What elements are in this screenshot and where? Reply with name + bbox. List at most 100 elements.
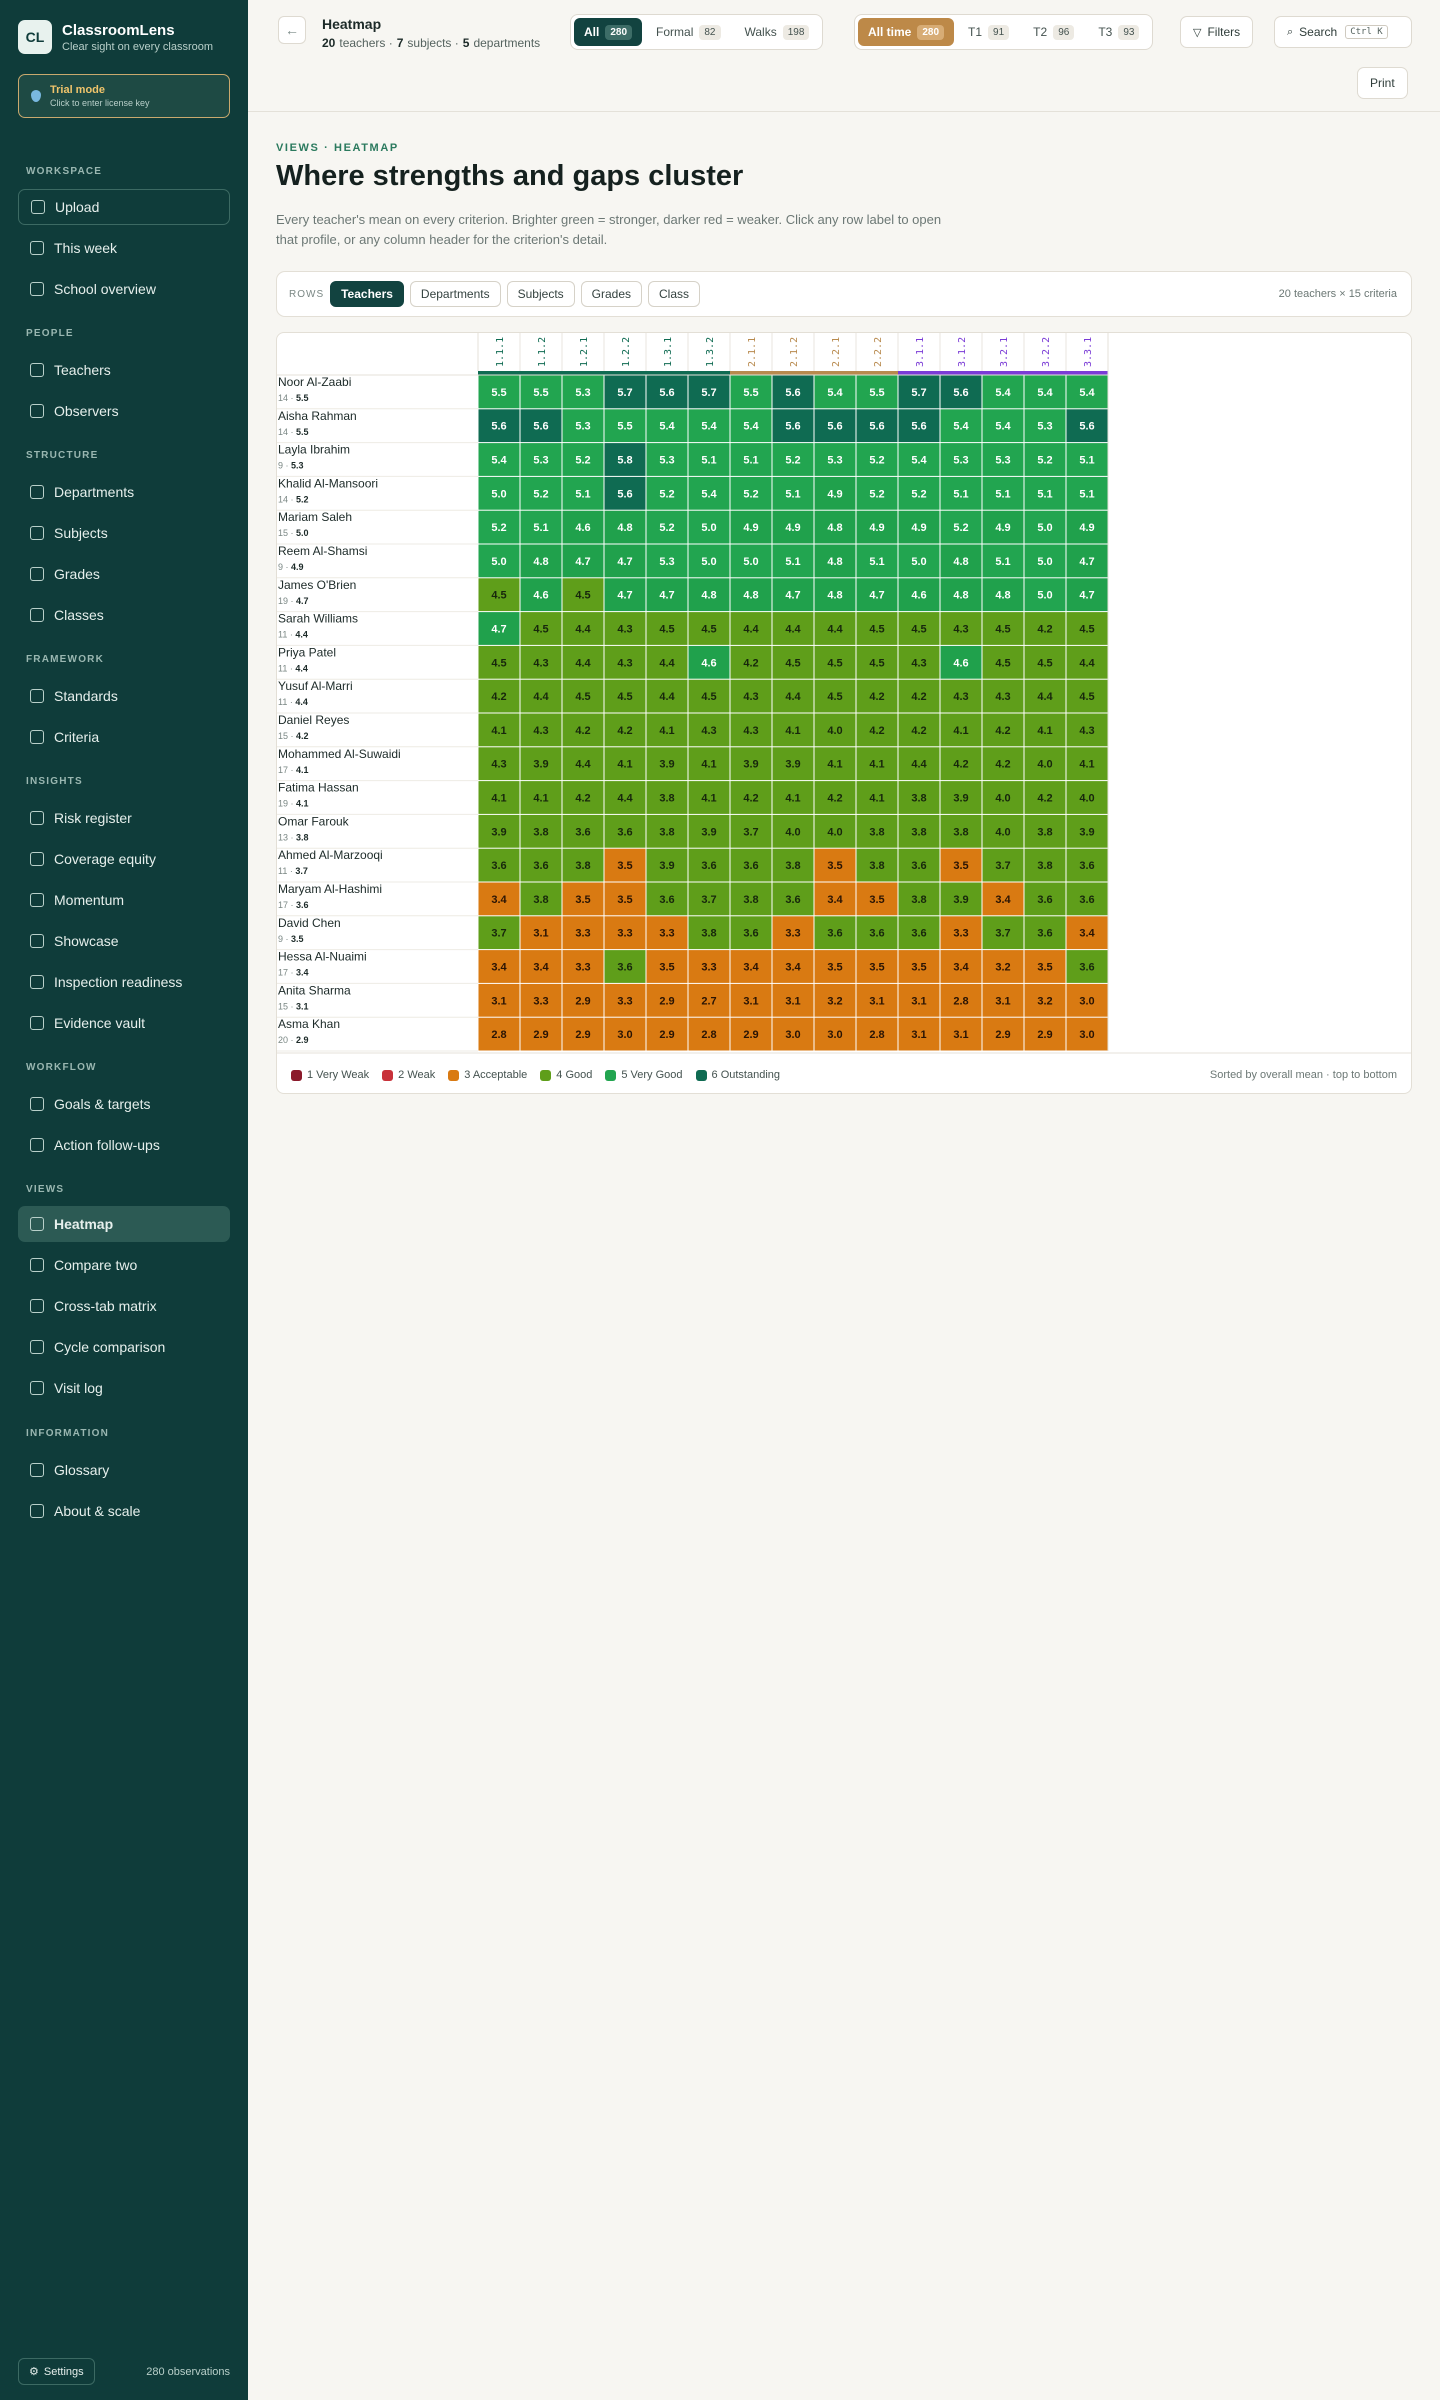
teacher-name[interactable]: Sarah Williams <box>278 612 358 626</box>
criterion-header[interactable]: 3.1.2 <box>957 337 968 367</box>
criterion-header[interactable]: 1.3.2 <box>705 337 716 367</box>
sidebar-item-upload[interactable]: Upload <box>18 189 230 225</box>
cell-value: 3.4 <box>1079 928 1095 940</box>
cell-value: 4.1 <box>617 759 632 771</box>
sidebar-item-glossary[interactable]: Glossary <box>18 1452 230 1488</box>
rows-option-subjects[interactable]: Subjects <box>506 281 575 307</box>
sidebar-item-momentum[interactable]: Momentum <box>18 882 230 918</box>
sidebar-item-cycle-comparison[interactable]: Cycle comparison <box>18 1329 230 1365</box>
sidebar-item-about-scale[interactable]: About & scale <box>18 1493 230 1529</box>
teacher-name[interactable]: Mariam Saleh <box>278 510 352 524</box>
filter-t2[interactable]: T2 96 <box>1023 18 1084 46</box>
teacher-name[interactable]: Maryam Al-Hashimi <box>278 882 382 896</box>
criterion-header[interactable]: 1.3.1 <box>663 337 674 367</box>
filter-formal[interactable]: Formal 82 <box>646 18 730 46</box>
teacher-name[interactable]: James O'Brien <box>278 578 356 592</box>
teacher-name[interactable]: David Chen <box>278 916 341 930</box>
sidebar-item-showcase[interactable]: Showcase <box>18 923 230 959</box>
sidebar-item-heatmap[interactable]: Heatmap <box>18 1206 230 1242</box>
teacher-name[interactable]: Anita Sharma <box>278 983 351 997</box>
sidebar-item-this-week[interactable]: This week <box>18 230 230 266</box>
rows-option-teachers[interactable]: Teachers <box>330 281 404 307</box>
teacher-name[interactable]: Asma Khan <box>278 1017 340 1031</box>
cell-value: 3.6 <box>1079 860 1094 872</box>
filter-all[interactable]: All 280 <box>574 18 643 46</box>
criterion-header[interactable]: 3.2.1 <box>999 337 1010 367</box>
teacher-name[interactable]: Ahmed Al-Marzooqi <box>278 848 383 862</box>
cell-value: 5.6 <box>827 421 842 433</box>
back-button[interactable]: ← <box>278 16 306 44</box>
filter-count: 93 <box>1118 24 1140 40</box>
filters-button[interactable]: ▽ Filters <box>1180 16 1254 48</box>
teacher-name[interactable]: Layla Ibrahim <box>278 443 350 457</box>
sidebar-item-observers[interactable]: Observers <box>18 393 230 429</box>
filter-t1[interactable]: T1 91 <box>958 18 1019 46</box>
sidebar-item-criteria[interactable]: Criteria <box>18 719 230 755</box>
teacher-name[interactable]: Priya Patel <box>278 645 336 659</box>
criterion-header[interactable]: 1.1.1 <box>495 337 506 367</box>
cell-value: 4.2 <box>911 691 926 703</box>
sidebar-item-subjects[interactable]: Subjects <box>18 515 230 551</box>
criterion-header[interactable]: 2.2.2 <box>873 337 884 367</box>
trial-subtitle: Click to enter license key <box>50 98 150 108</box>
sidebar-item-label: Criteria <box>54 729 100 745</box>
criterion-header[interactable]: 3.3.1 <box>1083 337 1094 367</box>
cell-value: 3.7 <box>995 928 1010 940</box>
teacher-name[interactable]: Mohammed Al-Suwaidi <box>278 747 401 761</box>
cell-value: 4.7 <box>575 556 590 568</box>
criterion-header[interactable]: 1.2.2 <box>621 337 632 367</box>
cell-value: 5.7 <box>617 387 632 399</box>
sidebar-item-crosstab-matrix[interactable]: Cross-tab matrix <box>18 1288 230 1324</box>
brand[interactable]: CL ClassroomLens Clear sight on every cl… <box>18 20 213 54</box>
criterion-header[interactable]: 2.1.2 <box>789 337 800 367</box>
rows-option-departments[interactable]: Departments <box>409 281 501 307</box>
cell-value: 3.2 <box>1037 995 1052 1007</box>
sidebar-item-visit-log[interactable]: Visit log <box>18 1370 230 1406</box>
teacher-name[interactable]: Omar Farouk <box>278 814 350 828</box>
filter-all-time[interactable]: All time 280 <box>858 18 955 46</box>
search-button[interactable]: ⌕ Search Ctrl K <box>1274 16 1412 48</box>
sidebar-item-evidence-vault[interactable]: Evidence vault <box>18 1005 230 1041</box>
teacher-name[interactable]: Noor Al-Zaabi <box>278 375 351 389</box>
sidebar-item-classes[interactable]: Classes <box>18 597 230 633</box>
cell-value: 5.2 <box>533 488 548 500</box>
criterion-header[interactable]: 3.2.2 <box>1041 337 1052 367</box>
sidebar-item-inspection-readiness[interactable]: Inspection readiness <box>18 964 230 1000</box>
cell-value: 3.7 <box>995 860 1010 872</box>
teacher-name[interactable]: Reem Al-Shamsi <box>278 544 367 558</box>
criterion-header[interactable]: 1.1.2 <box>537 337 548 367</box>
sidebar-item-action-followups[interactable]: Action follow-ups <box>18 1127 230 1163</box>
settings-button[interactable]: ⚙ Settings <box>18 2358 95 2385</box>
sidebar-item-standards[interactable]: Standards <box>18 678 230 714</box>
filter-walks[interactable]: Walks 198 <box>735 18 820 46</box>
subjects-count: 7 <box>396 36 404 50</box>
sidebar-item-teachers[interactable]: Teachers <box>18 352 230 388</box>
criterion-header[interactable]: 3.1.1 <box>915 337 926 367</box>
sidebar-item-goals-targets[interactable]: Goals & targets <box>18 1086 230 1122</box>
sidebar-item-risk-register[interactable]: Risk register <box>18 800 230 836</box>
criterion-header[interactable]: 1.2.1 <box>579 337 590 367</box>
criterion-header[interactable]: 2.1.1 <box>747 337 758 367</box>
teacher-name[interactable]: Aisha Rahman <box>278 409 357 423</box>
rows-option-grades[interactable]: Grades <box>580 281 643 307</box>
sidebar-item-compare-two[interactable]: Compare two <box>18 1247 230 1283</box>
cell-value: 5.4 <box>1037 387 1053 399</box>
rows-option-class[interactable]: Class <box>648 281 701 307</box>
cell-value: 2.8 <box>953 995 968 1007</box>
teacher-name[interactable]: Khalid Al-Mansoori <box>278 476 378 490</box>
teacher-name[interactable]: Fatima Hassan <box>278 781 359 795</box>
grid-icon <box>30 608 44 622</box>
criterion-header[interactable]: 2.2.1 <box>831 337 842 367</box>
sidebar-item-departments[interactable]: Departments <box>18 474 230 510</box>
filter-t3[interactable]: T3 93 <box>1088 18 1149 46</box>
trial-mode-button[interactable]: Trial mode Click to enter license key <box>18 74 230 118</box>
standard-band <box>520 371 562 375</box>
sidebar-item-school-overview[interactable]: School overview <box>18 271 230 307</box>
sidebar-item-coverage-equity[interactable]: Coverage equity <box>18 841 230 877</box>
teacher-name[interactable]: Daniel Reyes <box>278 713 349 727</box>
teacher-name[interactable]: Yusuf Al-Marri <box>278 679 353 693</box>
teacher-name[interactable]: Hessa Al-Nuaimi <box>278 950 367 964</box>
cell-value: 4.6 <box>533 590 548 602</box>
sidebar-item-grades[interactable]: Grades <box>18 556 230 592</box>
print-button[interactable]: Print <box>1357 67 1408 99</box>
